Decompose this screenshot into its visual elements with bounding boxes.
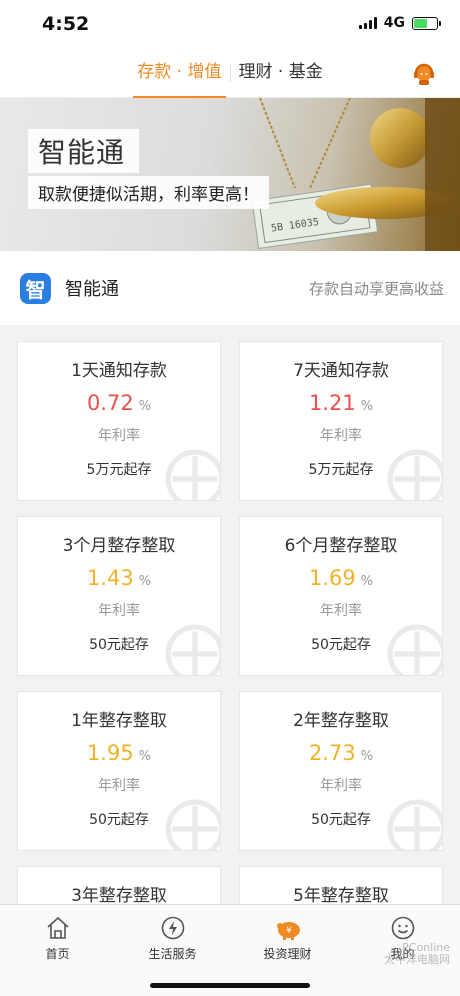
card-rate-label: 年利率 [98,603,140,619]
top-header: 存款 · 增值 理财 · 基金 [0,48,460,98]
card-title: 3年整存整取 [71,886,167,906]
card-rate-unit: % [360,399,374,414]
deposit-card[interactable]: 1年整存整取 1.95% 年利率 50元起存 [17,691,221,851]
deposit-card[interactable]: 6个月整存整取 1.69% 年利率 50元起存 [239,516,443,676]
lightning-icon [161,916,184,940]
customer-service-icon[interactable] [412,62,436,86]
card-rate-label: 年利率 [98,428,140,444]
product-logo-icon: 智 [20,272,51,304]
card-rate-unit: % [138,749,152,764]
banner-subtitle: 取款便捷似活期，利率更高！ [28,176,269,209]
card-title: 5年整存整取 [293,886,389,906]
banner-title-box: 智能通 [28,129,140,173]
status-bar: 4:52 4G [0,0,460,48]
card-rate-unit: % [138,399,152,414]
card-rate-unit: % [138,574,152,589]
nav-home[interactable]: 首页 [0,905,115,996]
bank-logo-watermark [165,799,220,850]
network-type: 4G [383,15,405,31]
home-icon [46,916,69,939]
top-tabs: 存款 · 增值 理财 · 基金 [0,48,460,98]
bank-logo-watermark [387,799,442,850]
deposit-card[interactable]: 2年整存整取 2.73% 年利率 50元起存 [239,691,443,851]
card-rate: 1.21% [240,391,442,415]
status-indicators: 4G [358,15,441,31]
card-title: 1年整存整取 [71,711,167,731]
card-rate-unit: % [360,749,374,764]
deposit-card[interactable]: 7天通知存款 1.21% 年利率 5万元起存 [239,341,443,501]
bank-logo-watermark [165,449,220,500]
card-rate-value: 0.72 [86,391,134,415]
card-rate-label: 年利率 [320,603,362,619]
bank-logo-watermark [387,624,442,675]
nav-home-label: 首页 [45,947,70,961]
card-rate: 1.43% [18,566,220,590]
bank-logo-watermark [387,449,442,500]
card-title: 6个月整存整取 [284,536,398,556]
card-title: 2年整存整取 [293,711,389,731]
card-rate-label: 年利率 [98,778,140,794]
card-rate: 1.69% [240,566,442,590]
card-title: 3个月整存整取 [62,536,176,556]
product-name: 智能通 [65,279,119,300]
signal-icon [358,17,377,29]
card-rate-value: 1.95 [86,741,134,765]
deposit-card[interactable]: 3个月整存整取 1.43% 年利率 50元起存 [17,516,221,676]
card-rate-label: 年利率 [320,428,362,444]
product-header[interactable]: 智 智能通 存款自动享更高收益 [0,251,460,325]
site-watermark: PConline 太平洋电脑网 [384,941,450,966]
piggy-bank-icon: ¥ [276,922,300,940]
status-time: 4:52 [42,13,90,35]
product-description: 存款自动享更高收益 [308,279,444,298]
card-rate: 0.72% [18,391,220,415]
card-title: 1天通知存款 [71,361,167,381]
watermark-line2: 太平洋电脑网 [384,952,450,966]
card-rate-label: 年利率 [320,778,362,794]
promo-banner[interactable]: 5B 16035 智能通 取款便捷似活期，利率更高！ [0,98,460,251]
nav-investment-label: 投资理财 [263,947,312,961]
tab-wealth-fund[interactable]: 理财 · 基金 [231,48,331,98]
deposit-card[interactable]: 1天通知存款 0.72% 年利率 5万元起存 [17,341,221,501]
card-rate-unit: % [360,574,374,589]
card-title: 7天通知存款 [293,361,389,381]
home-indicator [150,983,310,988]
card-rate: 1.95% [18,741,220,765]
deposit-grid: 1天通知存款 0.72% 年利率 5万元起存 7天通知存款 1.21% 年利率 … [0,341,460,996]
card-rate-value: 1.43 [86,566,134,590]
bottom-nav: 首页 生活服务 ¥ 投资理财 我的 PConline 太平洋电脑网 [0,904,460,996]
scale-money-illustration: 5B 16035 [251,98,460,251]
card-rate-value: 1.69 [308,566,356,590]
card-rate-value: 2.73 [308,741,356,765]
nav-life-services-label: 生活服务 [148,947,197,961]
card-rate-value: 1.21 [308,391,356,415]
banner-title: 智能通 [38,136,126,169]
battery-icon [412,16,441,30]
smiley-icon [391,916,414,940]
svg-text:¥: ¥ [286,926,292,936]
bank-logo-watermark [165,624,220,675]
tab-deposit[interactable]: 存款 · 增值 [129,48,229,98]
card-rate: 2.73% [240,741,442,765]
